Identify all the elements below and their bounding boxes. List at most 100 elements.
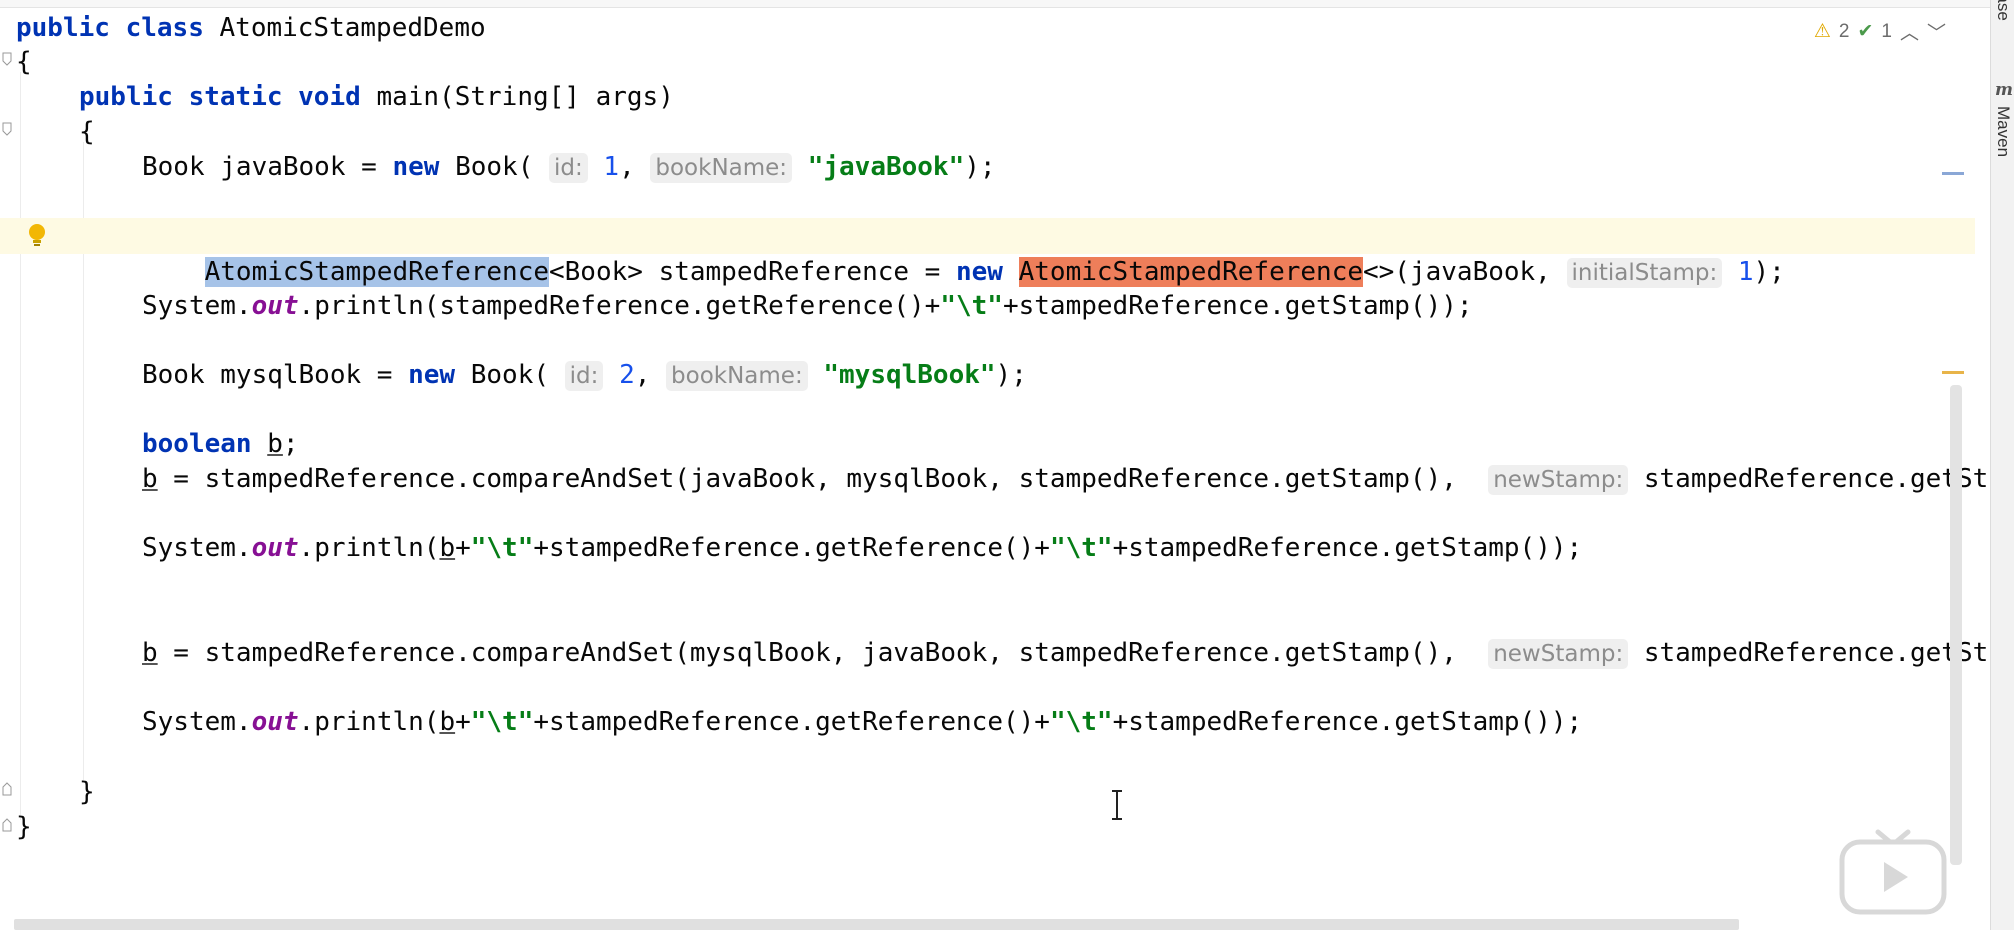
string-literal: "javaBook" [807, 152, 965, 182]
static-field: out [251, 291, 299, 321]
static-field: out [251, 707, 299, 737]
code-text: System. [142, 707, 252, 737]
string-literal: "\t" [470, 707, 534, 737]
brace: { [79, 117, 95, 147]
code-line-4[interactable]: { [0, 114, 1975, 150]
check-icon: ✔ [1857, 21, 1874, 42]
code-text: +stampedReference.getStamp()); [1002, 291, 1473, 321]
warning-icon: ⚠ [1813, 21, 1831, 42]
number-literal: 2 [619, 360, 635, 390]
number-literal: 1 [603, 152, 620, 182]
brace: { [16, 47, 32, 77]
variable: b [439, 707, 456, 737]
param-hint: id: [549, 153, 588, 183]
param-hint: initialStamp: [1566, 258, 1723, 288]
text-cursor-icon [1112, 790, 1122, 820]
string-literal: "\t" [470, 533, 534, 563]
chevron-up-icon[interactable]: ︿ [1900, 18, 1919, 45]
warning-count: 2 [1838, 20, 1850, 42]
right-tool-strip: Database m Maven [1990, 0, 2014, 930]
code-text: .println( [298, 533, 440, 563]
keyword: new [392, 152, 440, 182]
param-hint: bookName: [650, 153, 793, 183]
vertical-scrollbar[interactable] [1950, 385, 1962, 865]
code-text: Book javaBook = [142, 152, 393, 182]
code-text: ); [1753, 257, 1785, 287]
code-text: Book( [455, 360, 549, 390]
code-line-15[interactable]: } [0, 809, 1975, 845]
keyword: class [125, 13, 204, 43]
keyword: new [408, 360, 456, 390]
code-text: <Book> stampedReference = [549, 257, 956, 287]
param-hint: newStamp: [1488, 639, 1629, 669]
code-text: + [455, 707, 471, 737]
highlighted-text: AtomicStampedReference [1018, 257, 1363, 287]
code-line-11[interactable]: System.out.println(b+"\t"+stampedReferen… [0, 530, 1975, 566]
code-line-10[interactable]: b = stampedReference.compareAndSet(javaB… [0, 461, 1988, 497]
selected-text: AtomicStampedReference [204, 257, 549, 287]
code-text: = stampedReference.compareAndSet(mysqlBo… [157, 638, 1457, 668]
code-text: ; [282, 429, 299, 459]
brace: } [16, 812, 32, 842]
code-line-5[interactable]: Book javaBook = new Book( id: 1, bookNam… [0, 149, 1975, 185]
class-name: AtomicStampedDemo [219, 13, 486, 43]
param-hint: newStamp: [1488, 465, 1629, 495]
keyword: void [298, 82, 361, 112]
maven-tab[interactable]: Maven [1993, 106, 2013, 157]
code-line-8[interactable]: Book mysqlBook = new Book( id: 2, bookNa… [0, 357, 1975, 393]
code-text: , [634, 360, 651, 390]
play-button-icon[interactable] [1838, 826, 1948, 916]
code-text: Book( [439, 152, 534, 182]
code-text: , [619, 152, 635, 182]
keyword: public [79, 82, 173, 112]
string-literal: "\t" [1049, 533, 1113, 563]
code-line-1[interactable]: public class AtomicStampedDemo [0, 10, 1975, 46]
lightbulb-icon[interactable] [26, 222, 48, 250]
code-text: +stampedReference.getStamp()); [1112, 533, 1583, 563]
string-literal: "mysqlBook" [823, 360, 996, 390]
code-text: + [455, 533, 471, 563]
code-line-9[interactable]: boolean b; [0, 426, 1975, 462]
code-line-7[interactable]: System.out.println(stampedReference.getR… [0, 288, 1975, 324]
code-text: ); [995, 360, 1027, 390]
code-text: = stampedReference.compareAndSet(javaBoo… [157, 464, 1457, 494]
code-text: +stampedReference.getReference()+ [533, 707, 1050, 737]
marker-stripe[interactable] [1942, 371, 1964, 374]
code-text: +stampedReference.getReference()+ [533, 533, 1050, 563]
code-text: .println(stampedReference.getReference()… [298, 291, 941, 321]
code-text: Book mysqlBook = [142, 360, 409, 390]
code-text: +stampedReference.getStamp()); [1112, 707, 1583, 737]
code-line-13[interactable]: System.out.println(b+"\t"+stampedReferen… [0, 704, 1975, 740]
code-text: .println( [298, 707, 440, 737]
brace: } [79, 777, 95, 807]
code-text: System. [142, 291, 252, 321]
code-text: ); [964, 152, 996, 182]
code-text: System. [142, 533, 252, 563]
code-line-6[interactable]: AtomicStampedReference<Book> stampedRefe… [0, 218, 1975, 288]
variable: b [142, 464, 158, 494]
variable: b [439, 533, 456, 563]
code-line-12[interactable]: b = stampedReference.compareAndSet(mysql… [0, 635, 1988, 671]
code-editor[interactable]: public class AtomicStampedDemo { public … [0, 0, 1990, 930]
keyword: public [16, 13, 110, 43]
maven-icon: m [1995, 80, 2013, 100]
keyword: static [188, 82, 283, 112]
inspection-status[interactable]: ⚠ 2 ✔ 1 ︿ ﹀ [1814, 18, 1946, 45]
param-hint: bookName: [666, 361, 808, 391]
string-literal: "\t" [940, 291, 1003, 321]
editor-top-border [0, 0, 1990, 8]
check-count: 1 [1881, 20, 1892, 42]
horizontal-scrollbar[interactable] [14, 919, 1739, 930]
marker-stripe[interactable] [1942, 172, 1964, 175]
code-line-3[interactable]: public static void main(String[] args) [0, 79, 1975, 115]
variable: b [142, 638, 158, 668]
code-text: stampedReference.getSt [1643, 638, 1989, 668]
chevron-down-icon[interactable]: ﹀ [1927, 18, 1946, 45]
code-line-14[interactable]: } [0, 774, 1975, 810]
code-text: <>(javaBook, [1363, 257, 1551, 287]
method-signature: main(String[] args) [376, 82, 674, 112]
code-line-2[interactable]: { [0, 44, 1975, 80]
number-literal: 1 [1737, 257, 1754, 287]
param-hint: id: [564, 361, 604, 391]
database-tab[interactable]: Database [1993, 0, 2013, 21]
